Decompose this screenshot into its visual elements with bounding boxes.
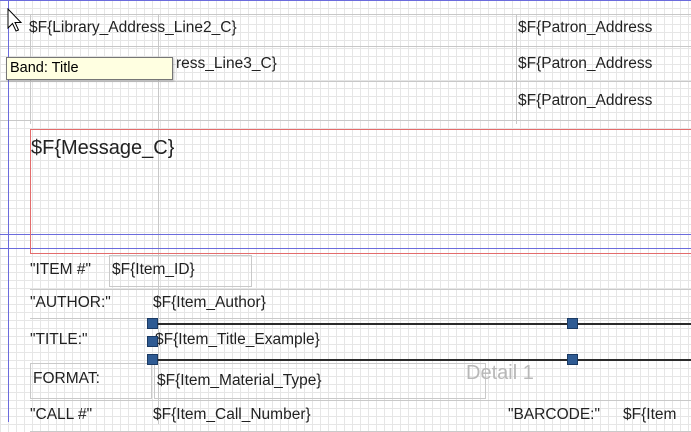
library-address-line2-field[interactable]: $F{Library_Address_Line2_C}	[29, 19, 237, 37]
item-id-field[interactable]: $F{Item_ID}	[112, 261, 195, 279]
patron-address-field-2[interactable]: $F{Patron_Address	[518, 55, 652, 73]
detail-band-name-label: Detail 1	[466, 362, 534, 384]
column-guide-line	[516, 14, 517, 124]
call-number-label: "CALL #"	[30, 406, 93, 423]
item-number-label: "ITEM #"	[30, 261, 91, 278]
patron-address-field-1[interactable]: $F{Patron_Address	[518, 19, 652, 37]
selection-handle-icon[interactable]	[147, 318, 158, 329]
band-guide-line	[0, 46, 691, 47]
message-field[interactable]: $F{Message_C}	[31, 136, 174, 160]
barcode-label: "BARCODE:"	[508, 406, 600, 423]
item-title-field[interactable]: $F{Item_Title_Example}	[155, 331, 320, 349]
title-label: "TITLE:"	[30, 331, 88, 348]
item-barcode-field[interactable]: $F{Item	[623, 406, 676, 424]
item-author-field[interactable]: $F{Item_Author}	[153, 294, 266, 312]
selection-top-line	[152, 323, 691, 325]
author-label: "AUTHOR:"	[30, 294, 111, 311]
item-call-number-field[interactable]: $F{Item_Call_Number}	[153, 406, 311, 424]
patron-address-field-3[interactable]: $F{Patron_Address	[518, 92, 652, 110]
band-guide-line	[0, 81, 691, 82]
band-guide-line	[0, 120, 691, 121]
mouse-cursor-icon	[7, 8, 23, 32]
selection-handle-icon[interactable]	[567, 354, 578, 365]
format-label: FORMAT:	[33, 370, 100, 387]
selection-handle-icon[interactable]	[147, 336, 158, 347]
band-guide-line	[0, 14, 691, 15]
library-address-line3-field[interactable]: ress_Line3_C}	[176, 55, 277, 73]
author-row-cell	[30, 289, 691, 319]
title-band-top-border	[0, 0, 691, 1]
selection-bottom-line	[152, 359, 691, 361]
selection-handle-icon[interactable]	[567, 318, 578, 329]
selection-handle-icon[interactable]	[147, 354, 158, 365]
item-material-type-field[interactable]: $F{Item_Material_Type}	[157, 372, 322, 390]
band-tooltip: Band: Title	[6, 57, 173, 80]
